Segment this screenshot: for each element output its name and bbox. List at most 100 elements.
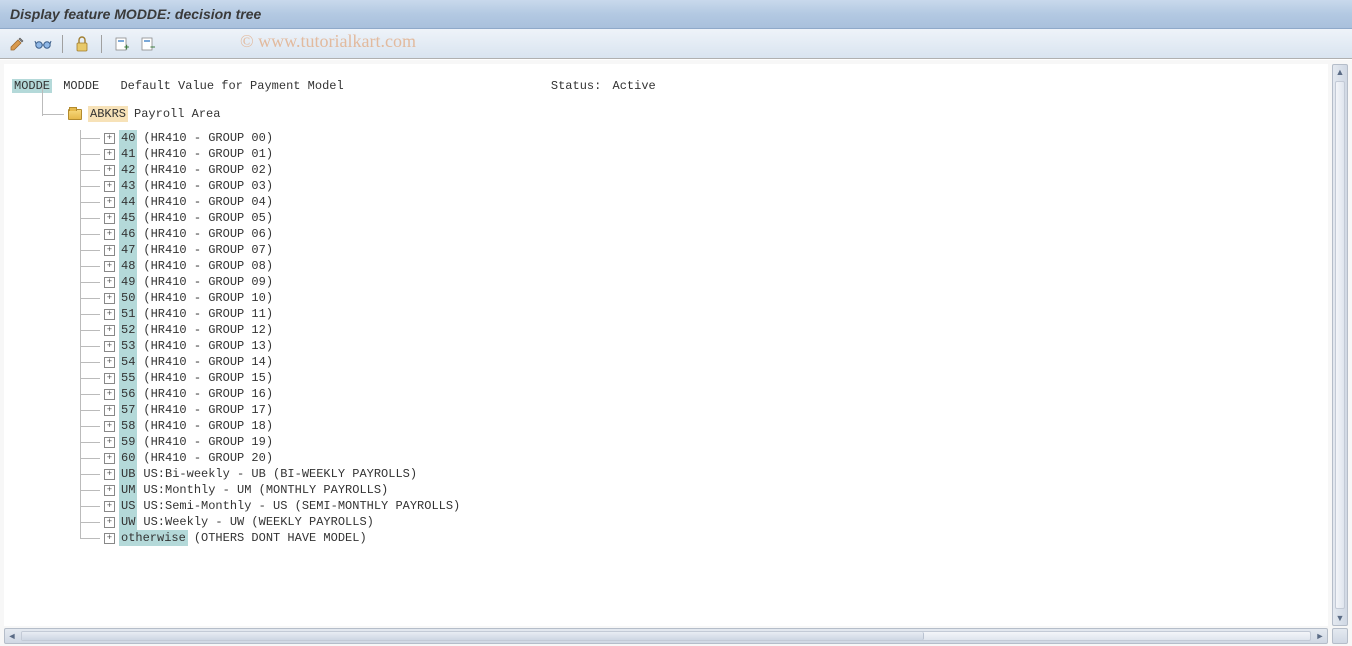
tree-leaf-row[interactable]: +US US:Semi-Monthly - US (SEMI-MONTHLY P… — [80, 498, 1320, 514]
tree-leaf-row[interactable]: +otherwise (OTHERS DONT HAVE MODEL) — [80, 530, 1320, 546]
scroll-up-arrow-icon[interactable]: ▲ — [1333, 65, 1347, 79]
expand-plus-icon[interactable]: + — [104, 181, 115, 192]
vertical-scrollbar[interactable]: ▲ ▼ — [1332, 64, 1348, 626]
expand-plus-icon[interactable]: + — [104, 453, 115, 464]
tree-leaf-row[interactable]: +57 (HR410 - GROUP 17) — [80, 402, 1320, 418]
tree-connector — [80, 194, 104, 210]
svg-text:−: − — [150, 42, 155, 52]
expand-plus-icon[interactable]: + — [104, 405, 115, 416]
leaf-code: 45 — [119, 210, 137, 226]
tree-leaf-row[interactable]: +51 (HR410 - GROUP 11) — [80, 306, 1320, 322]
root-name: MODDE — [63, 79, 99, 93]
expand-plus-icon[interactable]: + — [104, 261, 115, 272]
expand-plus-icon[interactable]: + — [104, 277, 115, 288]
glasses-display-icon[interactable] — [32, 33, 54, 55]
leaf-desc: (HR410 - GROUP 19) — [143, 434, 273, 450]
tree-leaf-row[interactable]: +52 (HR410 - GROUP 12) — [80, 322, 1320, 338]
expand-plus-icon[interactable]: + — [104, 389, 115, 400]
leaf-desc: (HR410 - GROUP 20) — [143, 450, 273, 466]
leaf-desc: (HR410 - GROUP 11) — [143, 306, 273, 322]
tree-leaf-row[interactable]: +40 (HR410 - GROUP 00) — [80, 130, 1320, 146]
tree-leaf-row[interactable]: +45 (HR410 - GROUP 05) — [80, 210, 1320, 226]
tree-leaf-row[interactable]: +54 (HR410 - GROUP 14) — [80, 354, 1320, 370]
tree-leaf-row[interactable]: +53 (HR410 - GROUP 13) — [80, 338, 1320, 354]
tree-leaf-row[interactable]: +UM US:Monthly - UM (MONTHLY PAYROLLS) — [80, 482, 1320, 498]
leaf-code: 60 — [119, 450, 137, 466]
expand-plus-icon[interactable]: + — [104, 437, 115, 448]
expand-plus-icon[interactable]: + — [104, 197, 115, 208]
tree-connector — [80, 258, 104, 274]
expand-plus-icon[interactable]: + — [104, 149, 115, 160]
leaf-code: 42 — [119, 162, 137, 178]
tree-leaf-row[interactable]: +55 (HR410 - GROUP 15) — [80, 370, 1320, 386]
watermark-text: © www.tutorialkart.com — [240, 31, 416, 52]
leaf-desc: (HR410 - GROUP 03) — [143, 178, 273, 194]
edit-pencil-icon[interactable] — [6, 33, 28, 55]
leaf-code: 43 — [119, 178, 137, 194]
lock-icon[interactable] — [71, 33, 93, 55]
tree-connector — [80, 450, 104, 466]
tree-root-row[interactable]: MODDE MODDE Default Value for Payment Mo… — [12, 78, 1320, 94]
tree-leaf-row[interactable]: +43 (HR410 - GROUP 03) — [80, 178, 1320, 194]
scroll-down-arrow-icon[interactable]: ▼ — [1333, 611, 1347, 625]
leaf-code: 53 — [119, 338, 137, 354]
leaf-desc: (OTHERS DONT HAVE MODEL) — [194, 530, 367, 546]
expand-plus-icon[interactable]: + — [104, 469, 115, 480]
tree-connector — [80, 210, 104, 226]
expand-plus-icon[interactable]: + — [104, 373, 115, 384]
expand-plus-icon[interactable]: + — [104, 293, 115, 304]
expand-plus-icon[interactable]: + — [104, 165, 115, 176]
root-code: MODDE — [12, 79, 52, 93]
tree-leaf-row[interactable]: +41 (HR410 - GROUP 01) — [80, 146, 1320, 162]
expand-plus-icon[interactable]: + — [104, 309, 115, 320]
expand-plus-icon[interactable]: + — [104, 421, 115, 432]
expand-plus-icon[interactable]: + — [104, 501, 115, 512]
expand-plus-icon[interactable]: + — [104, 325, 115, 336]
expand-plus-icon[interactable]: + — [104, 485, 115, 496]
expand-plus-icon[interactable]: + — [104, 213, 115, 224]
horizontal-scroll-track[interactable] — [21, 631, 1311, 641]
expand-plus-icon[interactable]: + — [104, 229, 115, 240]
tree-leaf-row[interactable]: +56 (HR410 - GROUP 16) — [80, 386, 1320, 402]
leaf-desc: (HR410 - GROUP 00) — [143, 130, 273, 146]
leaf-desc: US:Bi-weekly - UB (BI-WEEKLY PAYROLLS) — [143, 466, 417, 482]
leaf-desc: (HR410 - GROUP 01) — [143, 146, 273, 162]
tree-node-payroll-area[interactable]: ABKRS Payroll Area — [42, 104, 1320, 124]
vertical-scroll-track[interactable] — [1335, 81, 1345, 609]
tree-leaf-row[interactable]: +59 (HR410 - GROUP 19) — [80, 434, 1320, 450]
horizontal-scroll-thumb[interactable] — [22, 632, 924, 640]
collapse-all-icon[interactable]: − — [136, 33, 158, 55]
scroll-left-arrow-icon[interactable]: ◄ — [5, 629, 19, 643]
expand-plus-icon[interactable]: + — [104, 245, 115, 256]
tree-leaf-row[interactable]: +48 (HR410 - GROUP 08) — [80, 258, 1320, 274]
tree-leaf-row[interactable]: +60 (HR410 - GROUP 20) — [80, 450, 1320, 466]
tree-leaf-row[interactable]: +46 (HR410 - GROUP 06) — [80, 226, 1320, 242]
tree-leaf-row[interactable]: +49 (HR410 - GROUP 09) — [80, 274, 1320, 290]
svg-text:+: + — [124, 42, 129, 52]
expand-plus-icon[interactable]: + — [104, 517, 115, 528]
tree-connector — [80, 402, 104, 418]
expand-plus-icon[interactable]: + — [104, 341, 115, 352]
tree-leaf-row[interactable]: +47 (HR410 - GROUP 07) — [80, 242, 1320, 258]
leaf-code: UM — [119, 482, 137, 498]
tree-leaf-row[interactable]: +44 (HR410 - GROUP 04) — [80, 194, 1320, 210]
tree-connector — [42, 104, 68, 124]
tree-connector — [80, 130, 104, 146]
tree-leaf-row[interactable]: +58 (HR410 - GROUP 18) — [80, 418, 1320, 434]
tree-leaf-row[interactable]: +UB US:Bi-weekly - UB (BI-WEEKLY PAYROLL… — [80, 466, 1320, 482]
tree-leaf-row[interactable]: +42 (HR410 - GROUP 02) — [80, 162, 1320, 178]
leaf-desc: (HR410 - GROUP 14) — [143, 354, 273, 370]
leaf-code: 52 — [119, 322, 137, 338]
expand-all-icon[interactable]: + — [110, 33, 132, 55]
tree-connector — [80, 322, 104, 338]
expand-plus-icon[interactable]: + — [104, 133, 115, 144]
leaf-code: UW — [119, 514, 137, 530]
toolbar-separator — [62, 35, 63, 53]
expand-plus-icon[interactable]: + — [104, 357, 115, 368]
expand-plus-icon[interactable]: + — [104, 533, 115, 544]
tree-leaf-row[interactable]: +50 (HR410 - GROUP 10) — [80, 290, 1320, 306]
leaf-desc: (HR410 - GROUP 17) — [143, 402, 273, 418]
scroll-right-arrow-icon[interactable]: ► — [1313, 629, 1327, 643]
horizontal-scrollbar[interactable]: ◄ ► — [4, 628, 1328, 644]
tree-leaf-row[interactable]: +UW US:Weekly - UW (WEEKLY PAYROLLS) — [80, 514, 1320, 530]
